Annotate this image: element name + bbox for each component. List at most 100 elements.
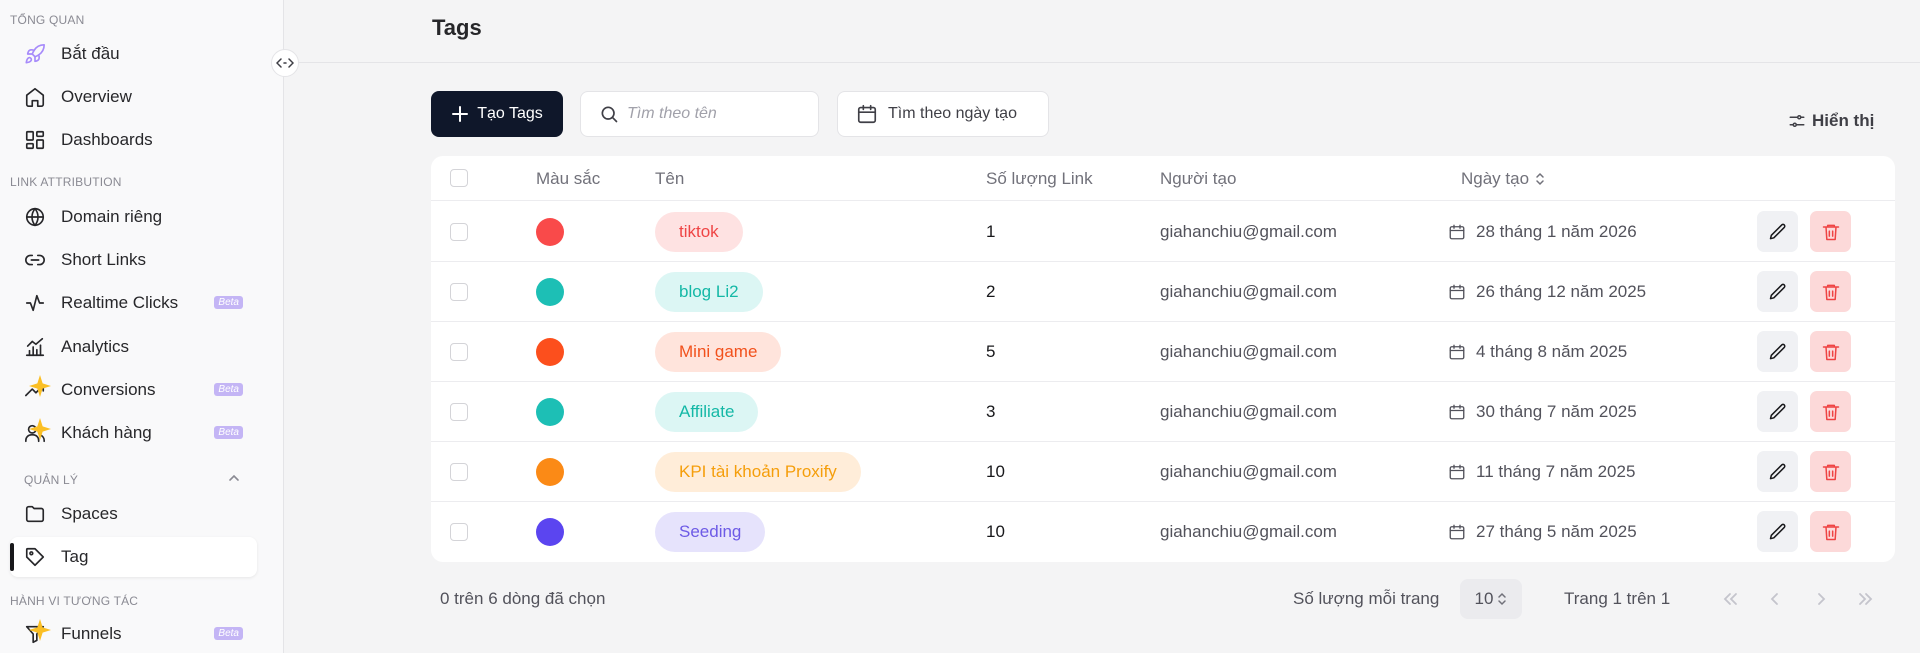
column-header-created-date-label: Ngày tạo: [1461, 169, 1530, 188]
creator-email: giahanchiu@gmail.com: [1160, 342, 1337, 361]
row-checkbox[interactable]: [450, 463, 468, 481]
select-all-checkbox[interactable]: [450, 169, 468, 187]
edit-button[interactable]: [1757, 511, 1798, 552]
tag-color-dot: [536, 338, 564, 366]
delete-button[interactable]: [1810, 511, 1851, 552]
tag-color-dot: [536, 398, 564, 426]
sidebar-item-overview[interactable]: Overview: [10, 77, 257, 117]
previous-page-button[interactable]: [1762, 586, 1788, 612]
last-page-button[interactable]: [1853, 586, 1879, 612]
home-icon: [23, 85, 47, 109]
sidebar-item-label: Realtime Clicks: [61, 293, 179, 312]
row-checkbox[interactable]: [450, 343, 468, 361]
pencil-icon: [1769, 523, 1785, 539]
created-date: 26 tháng 12 năm 2025: [1448, 282, 1646, 302]
chevron-left-icon: [1770, 593, 1778, 605]
header-divider: [285, 62, 1920, 63]
row-checkbox[interactable]: [450, 283, 468, 301]
edit-button[interactable]: [1757, 451, 1798, 492]
delete-button[interactable]: [1810, 331, 1851, 372]
search-box[interactable]: [580, 91, 819, 137]
edit-button[interactable]: [1757, 331, 1798, 372]
sidebar: TỔNG QUAN Bắt đầu Overview Dashboards LI…: [0, 0, 284, 653]
trash-icon: [1822, 524, 1839, 540]
calendar-icon: [1449, 224, 1465, 240]
edit-button[interactable]: [1757, 211, 1798, 252]
section-label-overview: TỔNG QUAN: [10, 13, 85, 27]
tag-color-dot: [536, 458, 564, 486]
sidebar-item-label: Tag: [61, 547, 89, 566]
view-options-button[interactable]: Hiển thị: [1788, 111, 1874, 131]
globe-icon: [23, 205, 47, 229]
create-tag-label: Tạo Tags: [477, 105, 543, 122]
sidebar-item-label: Khách hàng: [61, 423, 152, 442]
delete-button[interactable]: [1810, 451, 1851, 492]
tags-table: Màu sắc Tên Số lượng Link Người tạo Ngày…: [431, 156, 1895, 562]
column-header-created-date[interactable]: Ngày tạo: [1461, 169, 1545, 189]
sidebar-item-conversions[interactable]: Conversions Beta: [10, 370, 257, 410]
sparkle-icon: [29, 375, 51, 397]
search-icon: [601, 106, 618, 123]
rocket-icon: [23, 42, 47, 66]
chevrons-right-icon: [1859, 593, 1873, 605]
delete-button[interactable]: [1810, 271, 1851, 312]
sidebar-item-funnels[interactable]: Funnels Beta: [10, 614, 257, 653]
beta-badge: Beta: [214, 627, 243, 640]
date-filter-button[interactable]: Tìm theo ngày tạo: [837, 91, 1049, 137]
create-tag-button[interactable]: Tạo Tags: [431, 91, 563, 137]
sidebar-item-realtime-clicks[interactable]: Realtime Clicks Beta: [10, 283, 257, 323]
trash-icon: [1822, 284, 1839, 300]
link-count: 10: [986, 462, 1005, 481]
sidebar-item-short-links[interactable]: Short Links: [10, 240, 257, 280]
sidebar-item-label: Conversions: [61, 380, 156, 399]
chevron-right-icon: [1818, 593, 1826, 605]
link-count: 10: [986, 522, 1005, 541]
search-input[interactable]: [627, 105, 797, 123]
sidebar-item-tag[interactable]: Tag: [10, 537, 257, 577]
next-page-button[interactable]: [1808, 586, 1834, 612]
rows-per-page-select[interactable]: 10: [1460, 579, 1522, 619]
sidebar-item-spaces[interactable]: Spaces: [10, 494, 257, 534]
edit-button[interactable]: [1757, 271, 1798, 312]
row-checkbox[interactable]: [450, 523, 468, 541]
date-filter-label: Tìm theo ngày tạo: [888, 105, 1017, 122]
sort-icon: [1536, 172, 1544, 186]
link-icon: [23, 248, 47, 272]
page-title: Tags: [432, 15, 482, 40]
first-page-button[interactable]: [1717, 586, 1743, 612]
sidebar-item-label: Spaces: [61, 504, 118, 523]
chevrons-left-icon: [1723, 593, 1737, 605]
table-row: Affiliate 3 giahanchiu@gmail.com 30 tháng 7…: [431, 382, 1895, 442]
created-date: 27 tháng 5 năm 2025: [1448, 522, 1637, 542]
creator-email: giahanchiu@gmail.com: [1160, 522, 1337, 541]
dashboard-icon: [23, 128, 47, 152]
sliders-icon: [1789, 115, 1805, 127]
trending-up-icon: [23, 375, 51, 402]
sidebar-item-bat-dau[interactable]: Bắt đầu: [10, 34, 257, 74]
sidebar-item-domain-rieng[interactable]: Domain riêng: [10, 197, 257, 237]
sidebar-item-label: Dashboards: [61, 130, 153, 149]
sparkle-icon: [29, 418, 51, 440]
sidebar-item-dashboards[interactable]: Dashboards: [10, 120, 257, 160]
delete-button[interactable]: [1810, 211, 1851, 252]
sidebar-item-khach-hang[interactable]: Khách hàng Beta: [10, 413, 257, 453]
column-header-link-count: Số lượng Link: [986, 169, 1093, 188]
row-checkbox[interactable]: [450, 403, 468, 421]
edit-button[interactable]: [1757, 391, 1798, 432]
calendar-icon: [1449, 404, 1465, 420]
calendar-icon: [1449, 284, 1465, 300]
sidebar-item-analytics[interactable]: Analytics: [10, 327, 257, 367]
view-options-label: Hiển thị: [1812, 111, 1875, 130]
delete-button[interactable]: [1810, 391, 1851, 432]
pencil-icon: [1769, 343, 1785, 359]
sidebar-item-label: Short Links: [61, 250, 147, 269]
tag-color-dot: [536, 218, 564, 246]
row-checkbox[interactable]: [450, 223, 468, 241]
created-date: 28 tháng 1 năm 2026: [1448, 222, 1637, 242]
sidebar-toggle-button[interactable]: [271, 49, 299, 77]
chevron-up-icon[interactable]: [226, 470, 242, 486]
folder-icon: [23, 502, 47, 526]
funnel-icon: [23, 619, 51, 646]
sidebar-item-label: Funnels: [61, 624, 122, 643]
created-date: 4 tháng 8 năm 2025: [1448, 342, 1627, 362]
